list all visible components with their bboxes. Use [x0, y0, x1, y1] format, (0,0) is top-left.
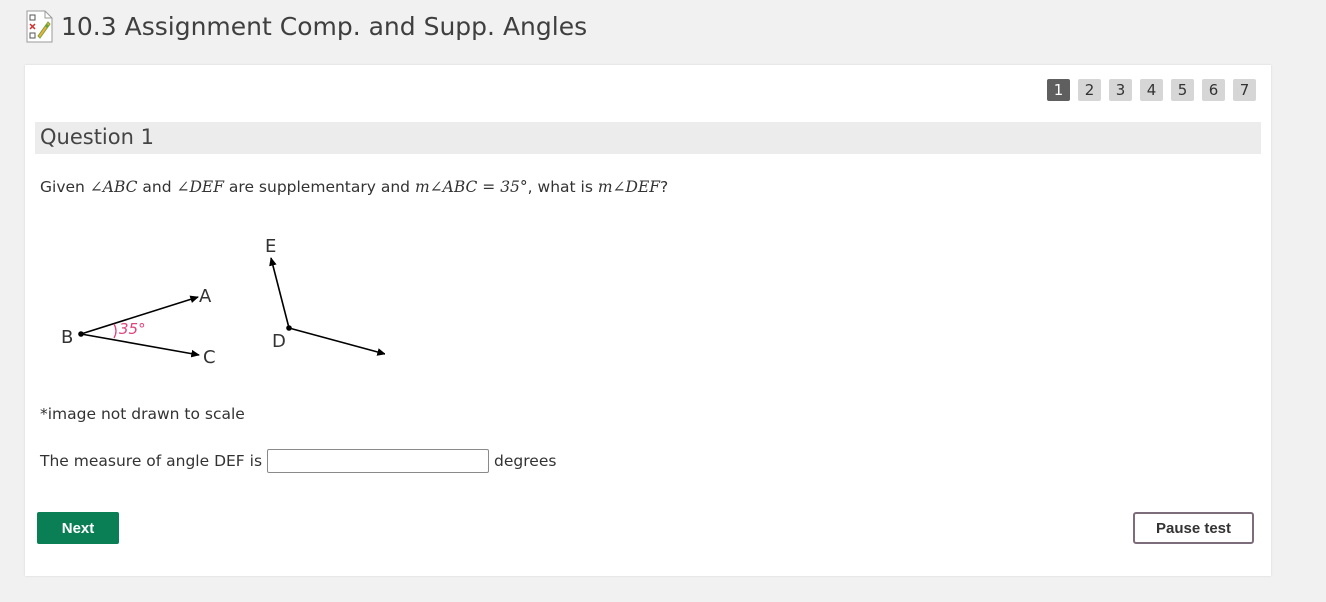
test-document-icon	[26, 10, 53, 42]
question-text: Given ∠ABC and ∠DEF are supplementary an…	[40, 178, 668, 196]
angles-figure: 35° A B C E D F	[61, 236, 385, 368]
answer-suffix: degrees	[494, 452, 557, 470]
label-d: D	[272, 331, 286, 352]
question-text-what-is: , what is	[527, 178, 598, 196]
page-button-1[interactable]: 1	[1047, 79, 1070, 101]
label-e: E	[265, 236, 276, 257]
question-pager: 1234567	[1039, 79, 1256, 101]
scale-note: *image not drawn to scale	[40, 405, 245, 423]
question-text-given: Given	[40, 178, 90, 196]
label-a: A	[199, 286, 212, 307]
measure-def: m∠DEF	[597, 178, 661, 196]
page-title: 10.3 Assignment Comp. and Supp. Angles	[61, 11, 588, 41]
answer-row: The measure of angle DEF is degrees	[40, 448, 556, 474]
next-button[interactable]: Next	[37, 512, 119, 544]
answer-prefix: The measure of angle DEF is	[40, 452, 263, 470]
ray-df	[288, 327, 385, 356]
vertex-b	[78, 331, 84, 337]
label-b: B	[61, 327, 73, 348]
page-button-7[interactable]: 7	[1233, 79, 1256, 101]
measure-abc: m∠ABC = 35°	[414, 178, 528, 196]
question-mark: ?	[660, 178, 669, 196]
page-header: 10.3 Assignment Comp. and Supp. Angles	[26, 9, 587, 43]
question-text-supplementary: are supplementary and	[224, 178, 415, 196]
vertex-d	[286, 325, 292, 331]
angle-abc: ∠ABC	[89, 178, 138, 196]
page-button-2[interactable]: 2	[1078, 79, 1101, 101]
ray-de	[269, 257, 290, 329]
question-text-and: and	[137, 178, 177, 196]
angle-measure-label: 35°	[119, 320, 146, 338]
question-title: Question 1	[40, 125, 154, 149]
pause-test-button[interactable]: Pause test	[1133, 512, 1254, 544]
question-card: 1234567 Question 1 Given ∠ABC and ∠DEF a…	[25, 65, 1271, 576]
page-button-4[interactable]: 4	[1140, 79, 1163, 101]
page-button-3[interactable]: 3	[1109, 79, 1132, 101]
question-header: Question 1	[35, 122, 1261, 154]
angle-def: ∠DEF	[176, 178, 224, 196]
label-c: C	[203, 347, 216, 368]
angle-arc	[113, 323, 117, 339]
angle-def-answer-input[interactable]	[267, 449, 490, 473]
page-button-5[interactable]: 5	[1171, 79, 1194, 101]
page-button-6[interactable]: 6	[1202, 79, 1225, 101]
